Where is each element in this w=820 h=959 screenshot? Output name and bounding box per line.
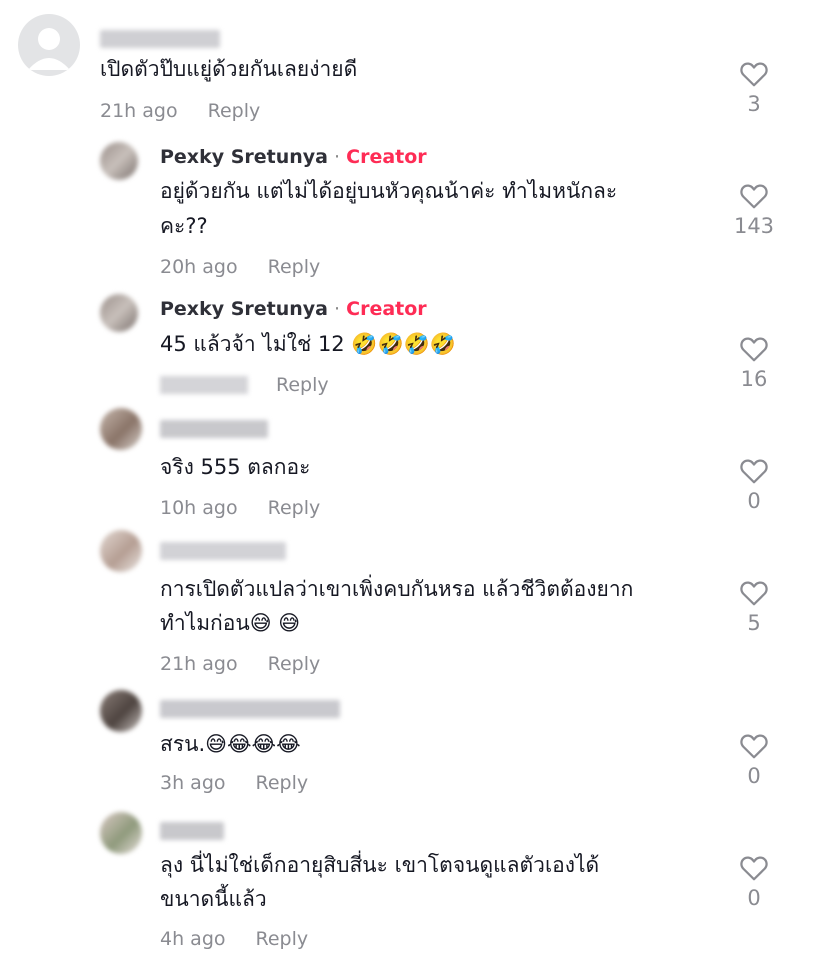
heart-icon <box>740 184 768 209</box>
reply-button[interactable]: Reply <box>276 374 329 396</box>
comment-text: 45 แล้วจ้า ไม่ใช่ 12 🤣🤣🤣🤣 <box>160 332 456 356</box>
avatar[interactable] <box>100 408 142 450</box>
username-blurred <box>100 30 220 48</box>
comment-text: อยู่ด้วยกัน แต่ไม่ได้อยู่บนหัวคุณน้าค่ะ … <box>160 179 618 203</box>
like-count: 143 <box>733 214 775 238</box>
heart-icon <box>740 856 768 881</box>
comment-time: 20h ago <box>160 256 238 278</box>
reply-button[interactable]: Reply <box>268 256 321 278</box>
username-blurred <box>160 420 268 438</box>
reply-button[interactable]: Reply <box>268 497 321 519</box>
reply-button[interactable]: Reply <box>208 100 261 122</box>
comment-text: เปิดตัวป๊บแยู่ด้วยกันเลยง่ายดี <box>100 57 358 81</box>
comment-text: คะ?? <box>160 214 208 238</box>
like-button[interactable]: 0 <box>724 732 784 788</box>
heart-icon <box>740 734 768 759</box>
like-count: 0 <box>747 764 761 788</box>
comment-time: 4h ago <box>160 928 226 950</box>
comment-text: จริง 555 ตลกอะ <box>160 455 311 479</box>
avatar[interactable] <box>18 14 80 76</box>
comment-time: 3h ago <box>160 772 226 794</box>
avatar[interactable] <box>100 690 142 732</box>
username-blurred <box>160 822 224 840</box>
comment-text: ขนาดนี้แล้ว <box>160 887 267 911</box>
username-blurred <box>160 700 340 718</box>
avatar[interactable] <box>100 530 142 572</box>
comment-meta: 4h ago Reply <box>160 928 308 950</box>
comment-text: การเปิดตัวแปลว่าเขาเพิ่งคบกันหรอ แล้วชีว… <box>160 577 634 601</box>
like-button[interactable]: 5 <box>724 579 784 635</box>
comment-meta: 20h ago Reply <box>160 256 320 278</box>
reply-button[interactable]: Reply <box>256 928 309 950</box>
username-blurred <box>160 542 286 560</box>
comment-meta: 21h ago Reply <box>100 100 260 122</box>
comment-meta: 21h ago Reply <box>160 653 320 675</box>
comment-text: ทำไมก่อน😅 😅 <box>160 611 301 635</box>
like-button[interactable]: 0 <box>724 854 784 910</box>
default-avatar-icon <box>28 28 70 70</box>
reply-button[interactable]: Reply <box>256 772 309 794</box>
creator-badge: Creator <box>346 146 427 168</box>
username[interactable]: Pexky Sretunya · Creator <box>160 298 427 320</box>
heart-icon <box>740 62 768 87</box>
reply-button[interactable]: Reply <box>268 653 321 675</box>
avatar[interactable] <box>100 142 138 180</box>
like-button[interactable]: 0 <box>724 457 784 513</box>
like-count: 16 <box>740 367 768 391</box>
comment-time: 21h ago <box>100 100 178 122</box>
creator-badge: Creator <box>346 298 427 320</box>
like-count: 5 <box>747 611 761 635</box>
like-button[interactable]: 16 <box>724 335 784 391</box>
comment-meta: 10h ago Reply <box>160 497 320 519</box>
like-button[interactable]: 143 <box>724 182 784 238</box>
like-count: 3 <box>747 92 761 116</box>
heart-icon <box>740 459 768 484</box>
avatar[interactable] <box>100 294 138 332</box>
like-count: 0 <box>747 489 761 513</box>
like-button[interactable]: 3 <box>724 60 784 116</box>
avatar[interactable] <box>100 812 142 854</box>
comment-time: 10h ago <box>160 497 238 519</box>
comment-text: ลุง นี่ไม่ใช่เด็กอายุสิบสี่นะ เขาโตจนดูแ… <box>160 853 600 877</box>
comment-time-blurred <box>160 376 248 394</box>
like-count: 0 <box>747 886 761 910</box>
heart-icon <box>740 581 768 606</box>
comment-text: สรน.😅😂😂😂 <box>160 732 301 756</box>
comment-time: 21h ago <box>160 653 238 675</box>
heart-icon <box>740 337 768 362</box>
comment-meta: Reply <box>276 374 329 396</box>
comment-meta: 3h ago Reply <box>160 772 308 794</box>
username[interactable]: Pexky Sretunya · Creator <box>160 146 427 168</box>
